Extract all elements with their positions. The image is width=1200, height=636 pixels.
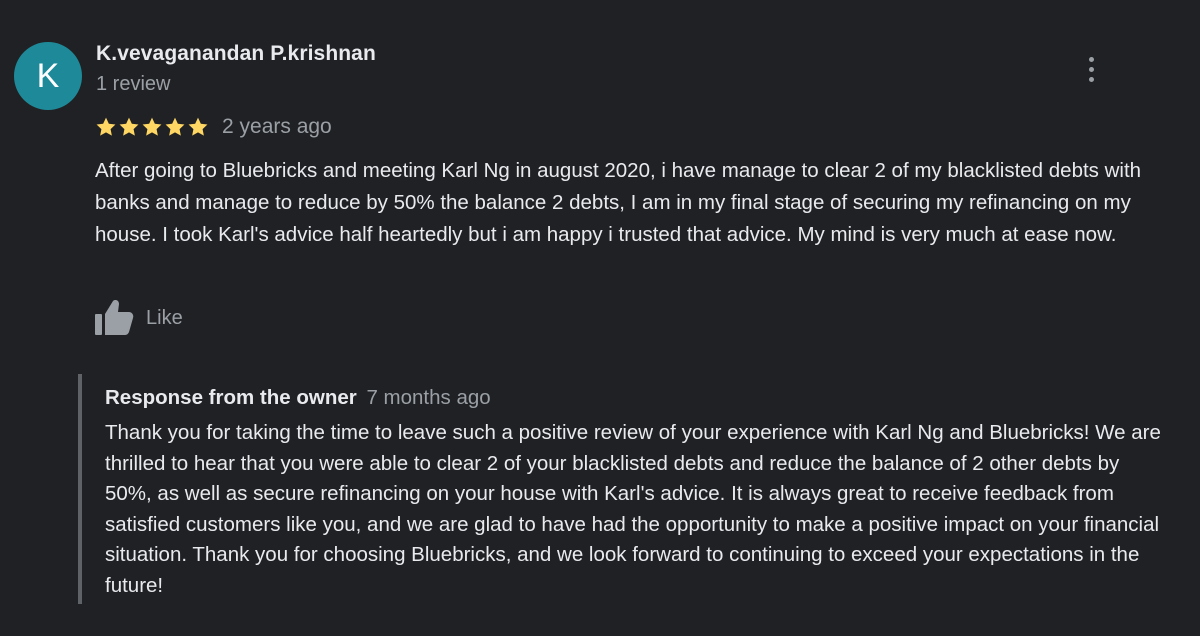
reviewer-name[interactable]: K.vevaganandan P.krishnan xyxy=(96,42,376,66)
star-icon xyxy=(119,117,139,136)
more-vert-icon xyxy=(1089,57,1094,62)
rating-row: 2 years ago xyxy=(95,112,332,142)
star-icon xyxy=(165,117,185,136)
star-icon xyxy=(96,117,116,136)
review-card: K K.vevaganandan P.krishnan 1 review 2 y… xyxy=(0,0,1200,636)
response-text: Thank you for taking the time to leave s… xyxy=(105,421,1161,597)
avatar[interactable]: K xyxy=(14,42,82,110)
more-vert-icon-dot xyxy=(1089,67,1094,72)
like-button[interactable]: Like xyxy=(94,298,183,338)
star-rating xyxy=(95,116,209,138)
response-title: Response from the owner xyxy=(105,386,357,409)
avatar-initial: K xyxy=(36,56,60,95)
response-header: Response from the owner 7 months ago xyxy=(105,386,491,410)
star-icon xyxy=(142,117,162,136)
owner-response: Response from the owner 7 months ago Tha… xyxy=(78,374,1172,604)
thumbs-up-icon xyxy=(95,300,134,335)
reviewer-review-count[interactable]: 1 review xyxy=(96,73,170,96)
review-date: 2 years ago xyxy=(222,115,332,138)
star-icon xyxy=(188,117,208,136)
more-vert-icon-dot xyxy=(1089,77,1094,82)
review-text: After going to Bluebricks and meeting Ka… xyxy=(95,159,1142,246)
like-label: Like xyxy=(146,306,183,329)
response-date: 7 months ago xyxy=(366,386,491,409)
more-options-button[interactable] xyxy=(1078,54,1106,86)
